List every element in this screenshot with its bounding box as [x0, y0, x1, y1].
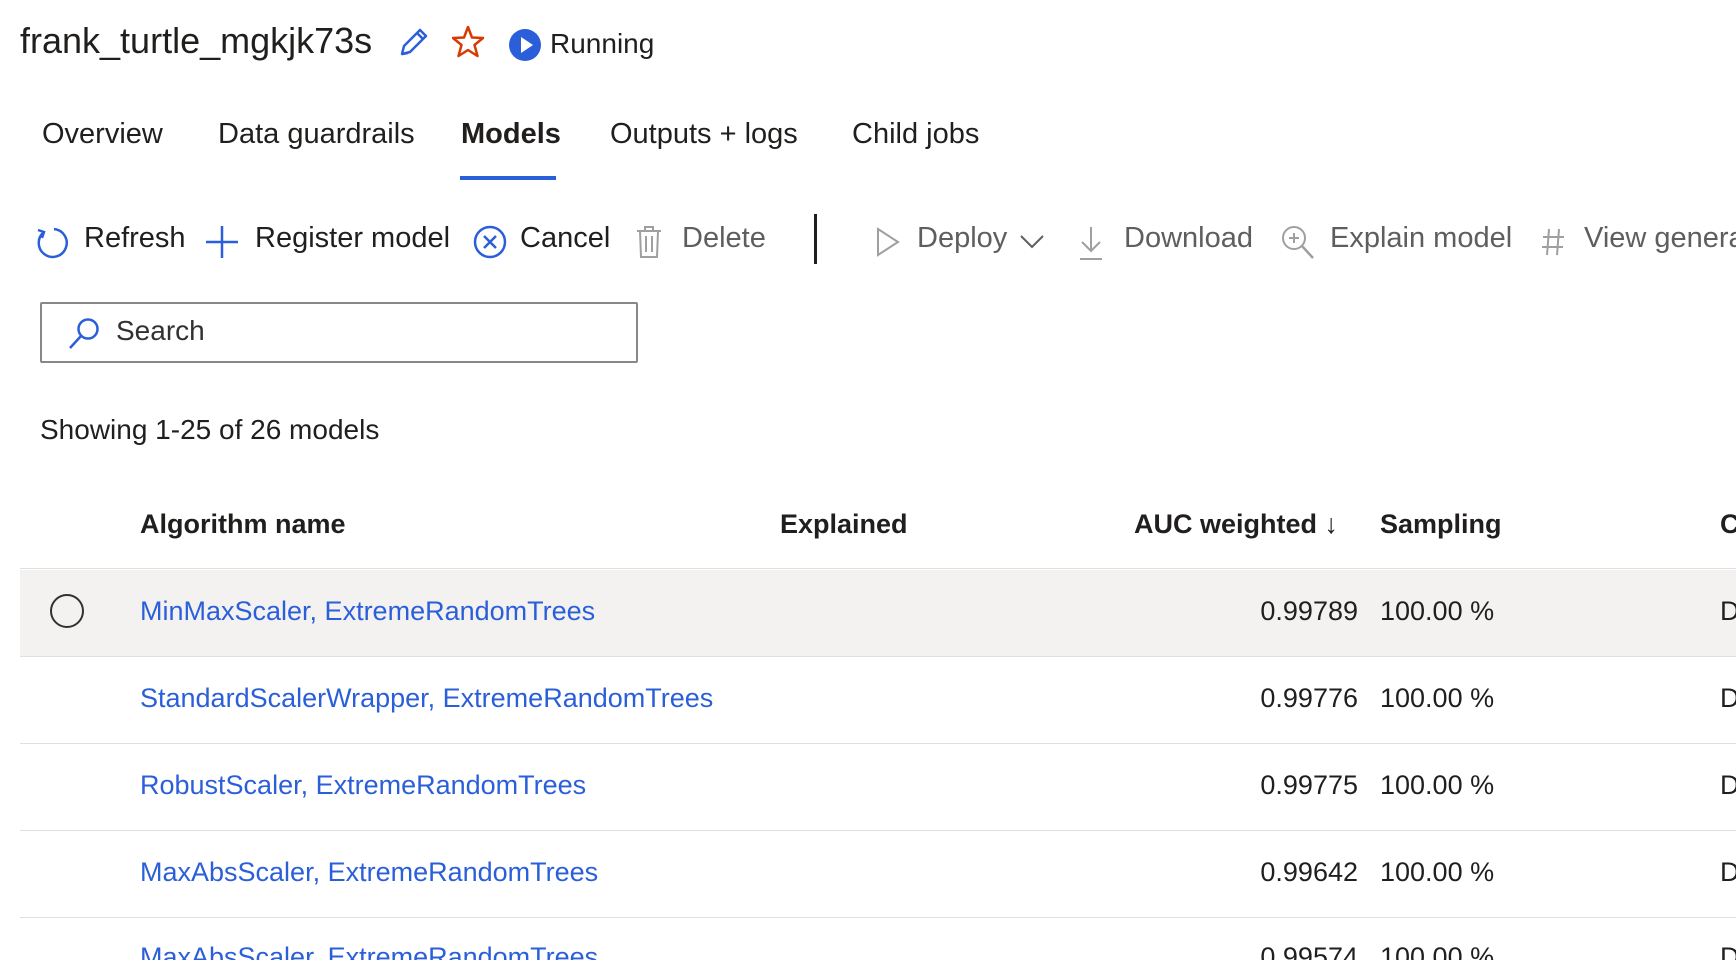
auc-value: 0.99776 — [1260, 683, 1358, 713]
algorithm-link[interactable]: StandardScalerWrapper, ExtremeRandomTree… — [140, 683, 713, 714]
last-column-value: D — [1720, 683, 1736, 713]
search-input[interactable] — [114, 314, 618, 348]
refresh-icon — [34, 224, 70, 267]
sampling-value: 100.00 % — [1380, 857, 1495, 887]
algorithm-link[interactable]: MaxAbsScaler, ExtremeRandomTrees — [140, 942, 598, 960]
view-generated-code-button[interactable]: View genera — [1584, 222, 1736, 255]
search-icon — [66, 316, 102, 357]
tab-overview[interactable]: Overview — [42, 118, 163, 151]
download-icon — [1076, 224, 1106, 267]
last-column-value: D — [1720, 770, 1736, 800]
deploy-play-icon — [874, 226, 902, 263]
tab-outputs-logs[interactable]: Outputs + logs — [610, 118, 798, 151]
sampling-value: 100.00 % — [1380, 683, 1495, 713]
tab-models[interactable]: Models — [461, 118, 561, 151]
column-header-auc-weighted[interactable]: AUC weighted ↓ — [1134, 509, 1338, 540]
algorithm-link[interactable]: RobustScaler, ExtremeRandomTrees — [140, 770, 586, 801]
auc-value: 0.99775 — [1260, 770, 1358, 800]
register-model-button[interactable]: Register model — [255, 222, 450, 255]
sampling-value: 100.00 % — [1380, 770, 1495, 800]
results-count: Showing 1-25 of 26 models — [40, 414, 380, 445]
algorithm-link[interactable]: MaxAbsScaler, ExtremeRandomTrees — [140, 857, 598, 888]
auc-value: 0.99574 — [1260, 942, 1358, 960]
auc-value: 0.99789 — [1260, 596, 1358, 626]
explain-model-button[interactable]: Explain model — [1330, 222, 1512, 255]
table-row[interactable]: StandardScalerWrapper, ExtremeRandomTree… — [20, 657, 1736, 744]
column-header-sampling[interactable]: Sampling — [1380, 509, 1502, 540]
sampling-value: 100.00 % — [1380, 942, 1495, 960]
cancel-icon — [472, 224, 508, 265]
algorithm-link[interactable]: MinMaxScaler, ExtremeRandomTrees — [140, 596, 595, 627]
download-button[interactable]: Download — [1124, 222, 1253, 255]
deploy-button[interactable]: Deploy — [917, 222, 1007, 255]
status-label: Running — [550, 28, 655, 59]
toolbar-divider — [814, 214, 817, 264]
last-column-value: D — [1720, 857, 1736, 887]
column-header-explained[interactable]: Explained — [780, 509, 908, 540]
chevron-down-icon[interactable] — [1018, 232, 1046, 257]
tab-child-jobs[interactable]: Child jobs — [852, 118, 979, 151]
running-status-icon — [508, 28, 542, 67]
row-select-radio[interactable] — [50, 594, 84, 628]
last-column-value: D — [1720, 942, 1736, 960]
delete-icon — [634, 224, 664, 265]
delete-button[interactable]: Delete — [682, 222, 766, 255]
explain-model-icon — [1280, 224, 1316, 267]
refresh-button[interactable]: Refresh — [84, 222, 186, 255]
table-row[interactable]: MinMaxScaler, ExtremeRandomTrees 0.99789… — [20, 570, 1736, 657]
last-column-value: D — [1720, 596, 1736, 626]
table-header-divider — [20, 568, 1736, 569]
add-icon — [204, 224, 240, 265]
column-header-algorithm[interactable]: Algorithm name — [140, 509, 346, 540]
tab-data-guardrails[interactable]: Data guardrails — [218, 118, 415, 151]
hashtag-icon — [1540, 226, 1566, 263]
favorite-star-icon[interactable] — [450, 24, 486, 65]
cancel-button[interactable]: Cancel — [520, 222, 610, 255]
table-row[interactable]: RobustScaler, ExtremeRandomTrees 0.99775… — [20, 744, 1736, 831]
edit-pencil-icon[interactable] — [396, 24, 430, 67]
page-title: frank_turtle_mgkjk73s — [20, 20, 373, 61]
table-row[interactable]: MaxAbsScaler, ExtremeRandomTrees 0.99574… — [20, 918, 1736, 960]
column-header-last[interactable]: C — [1720, 509, 1736, 540]
auc-value: 0.99642 — [1260, 857, 1358, 887]
active-tab-indicator — [460, 176, 556, 180]
search-box[interactable] — [40, 302, 638, 363]
table-row[interactable]: MaxAbsScaler, ExtremeRandomTrees 0.99642… — [20, 831, 1736, 918]
sampling-value: 100.00 % — [1380, 596, 1495, 626]
